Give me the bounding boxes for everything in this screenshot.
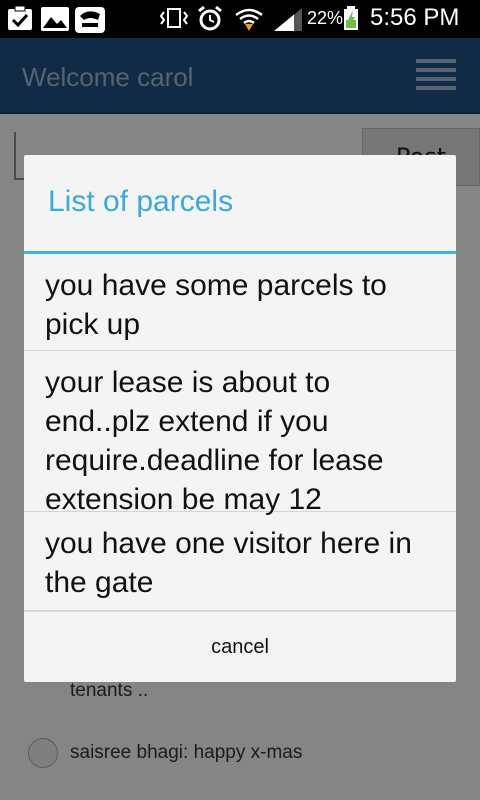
clock: 5:56 PM xyxy=(370,4,460,31)
vibrate-icon xyxy=(159,8,189,28)
app-icon xyxy=(75,7,105,33)
list-item[interactable]: you have some parcels to pick up xyxy=(24,254,456,351)
parcels-dialog: List of parcels you have some parcels to… xyxy=(24,155,456,682)
wifi-icon xyxy=(235,8,263,31)
clipboard-check-icon xyxy=(8,6,32,30)
list-item-text: you have some parcels to pick up xyxy=(45,269,387,341)
list-item-text: you have one visitor here in the gate xyxy=(45,527,412,599)
list-item[interactable]: your lease is about to end..plz extend i… xyxy=(24,351,456,516)
alarm-icon xyxy=(198,6,222,31)
signal-icon xyxy=(274,8,302,31)
list-item-text: your lease is about to end..plz extend i… xyxy=(45,366,384,516)
list-item[interactable]: you have one visitor here in the gate xyxy=(24,512,456,611)
status-bar: 22% 5:56 PM xyxy=(0,0,480,38)
image-icon xyxy=(41,7,69,31)
battery-charging-icon xyxy=(344,6,358,30)
cancel-button[interactable]: cancel xyxy=(24,611,456,683)
dialog-title: List of parcels xyxy=(48,185,234,218)
